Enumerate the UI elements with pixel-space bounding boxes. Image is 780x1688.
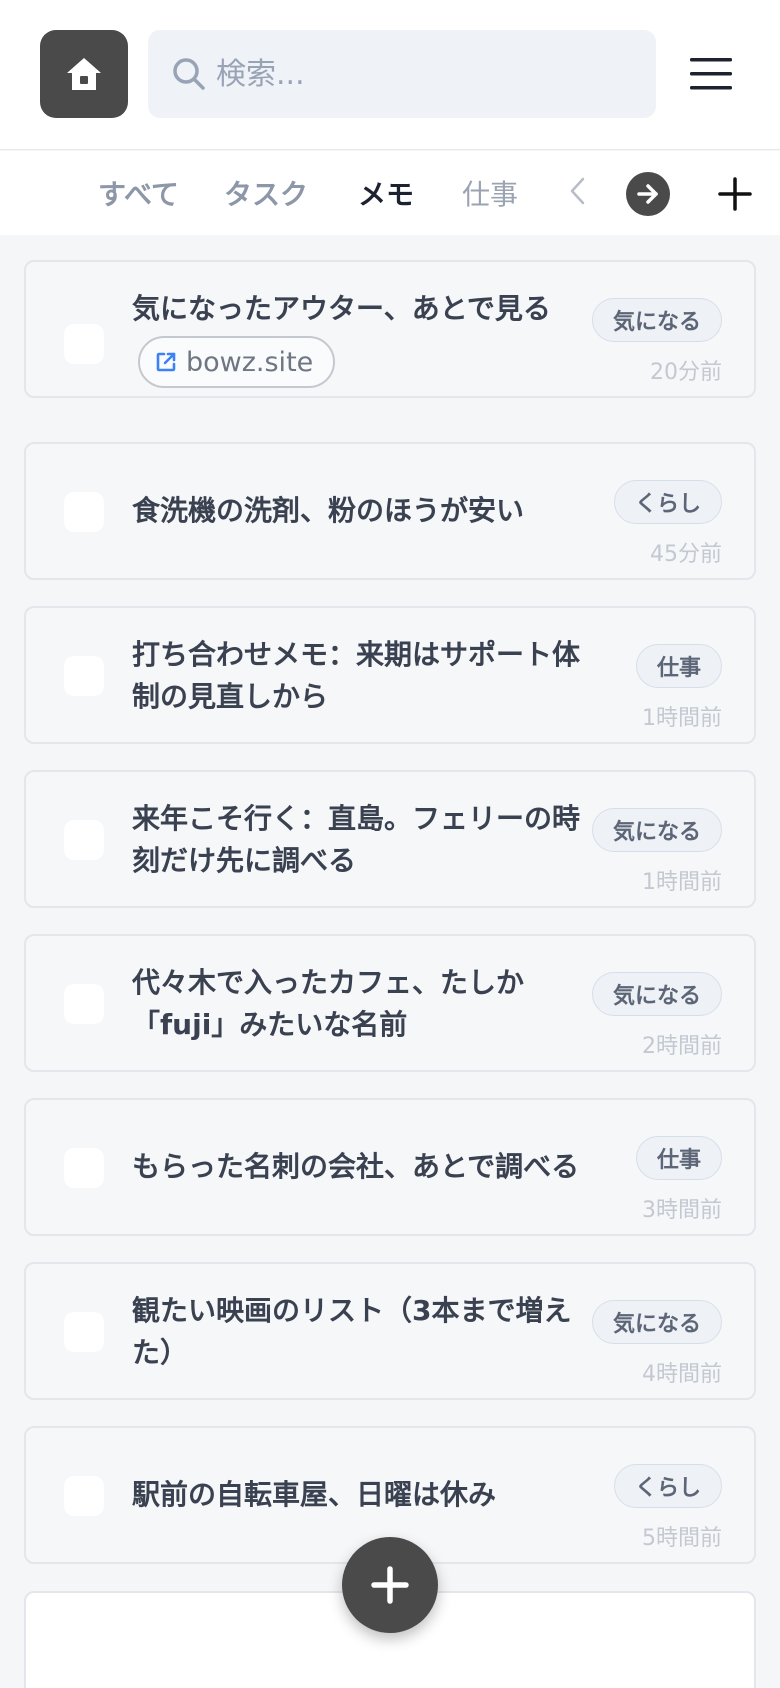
arrow-right-icon <box>637 184 658 204</box>
item-title: 気になったアウター、あとで見る <box>132 292 551 325</box>
item-title: もらった名刺の会社、あとで調べる <box>132 1150 580 1183</box>
tab-tasks[interactable]: タスク <box>224 173 308 213</box>
menu-button[interactable] <box>686 50 736 98</box>
list-item[interactable]: 代々木で入ったカフェ、たしか「fuji」みたいな名前 気になる 2時間前 <box>24 934 756 1072</box>
item-tag: くらし <box>613 480 722 524</box>
plus-icon <box>718 177 752 211</box>
tab-all[interactable]: すべて <box>98 173 179 213</box>
item-checkbox[interactable] <box>64 1476 104 1516</box>
item-tag: 気になる <box>591 972 722 1016</box>
item-checkbox[interactable] <box>64 1148 104 1188</box>
plus-icon <box>371 1566 409 1604</box>
item-link-chip[interactable]: bowz.site <box>138 336 336 388</box>
list-item[interactable]: 食洗機の洗剤、粉のほうが安い くらし 45分前 <box>24 442 756 580</box>
item-tag: 気になる <box>591 808 722 852</box>
item-time: 1時間前 <box>642 706 722 731</box>
item-checkbox[interactable] <box>64 492 104 532</box>
item-tag: 気になる <box>591 298 722 342</box>
item-title: 駅前の自転車屋、日曜は休み <box>132 1478 497 1511</box>
list-item[interactable]: 打ち合わせメモ：来期はサポート体制の見直しから 仕事 1時間前 <box>24 606 756 744</box>
tabs-scroll-left-button[interactable] <box>562 171 592 211</box>
home-button[interactable] <box>40 30 128 118</box>
search-icon <box>172 57 206 91</box>
hamburger-menu-icon <box>690 58 732 90</box>
item-checkbox[interactable] <box>64 656 104 696</box>
item-time: 4時間前 <box>642 1362 722 1387</box>
home-icon <box>67 58 101 90</box>
add-item-fab[interactable] <box>342 1537 438 1633</box>
list-item[interactable]: 気になったアウター、あとで見る bowz.site 気になる 20分前 <box>24 260 756 398</box>
item-time: 2時間前 <box>642 1034 722 1059</box>
search-input[interactable] <box>216 44 636 104</box>
tabs-scroll-right-button[interactable] <box>626 172 670 216</box>
item-time: 20分前 <box>650 360 722 385</box>
item-tag: くらし <box>613 1464 722 1508</box>
item-title: 来年こそ行く：直島。フェリーの時刻だけ先に調べる <box>132 802 581 877</box>
item-title: 観たい映画のリスト（3本まで増えた） <box>132 1294 572 1369</box>
item-time: 3時間前 <box>642 1198 722 1223</box>
external-link-icon <box>156 352 176 372</box>
item-time: 5時間前 <box>642 1526 722 1551</box>
item-time: 45分前 <box>650 542 722 567</box>
tab-memo[interactable]: メモ <box>358 173 414 213</box>
item-title: 食洗機の洗剤、粉のほうが安い <box>132 494 525 527</box>
top-bar <box>0 0 780 150</box>
item-link-text: bowz.site <box>186 346 314 378</box>
item-checkbox[interactable] <box>64 1312 104 1352</box>
add-tab-button[interactable] <box>716 175 754 213</box>
item-tag: 仕事 <box>635 1136 722 1180</box>
item-checkbox[interactable] <box>64 984 104 1024</box>
tab-work[interactable]: 仕事 <box>462 173 518 213</box>
list-item[interactable]: 来年こそ行く：直島。フェリーの時刻だけ先に調べる 気になる 1時間前 <box>24 770 756 908</box>
item-tag: 気になる <box>591 1300 722 1344</box>
item-tag: 仕事 <box>635 644 722 688</box>
item-checkbox[interactable] <box>64 820 104 860</box>
app-root: すべて タスク メモ 仕事 気になったアウター、あとで見る <box>0 0 780 1688</box>
list-item[interactable]: 観たい映画のリスト（3本まで増えた） 気になる 4時間前 <box>24 1262 756 1400</box>
item-checkbox[interactable] <box>64 324 104 364</box>
item-time: 1時間前 <box>642 870 722 895</box>
item-title: 代々木で入ったカフェ、たしか「fuji」みたいな名前 <box>132 966 525 1041</box>
item-title: 打ち合わせメモ：来期はサポート体制の見直しから <box>132 638 581 713</box>
search-bar[interactable] <box>148 30 656 118</box>
chevron-left-icon <box>570 177 585 205</box>
list-item[interactable]: もらった名刺の会社、あとで調べる 仕事 3時間前 <box>24 1098 756 1236</box>
